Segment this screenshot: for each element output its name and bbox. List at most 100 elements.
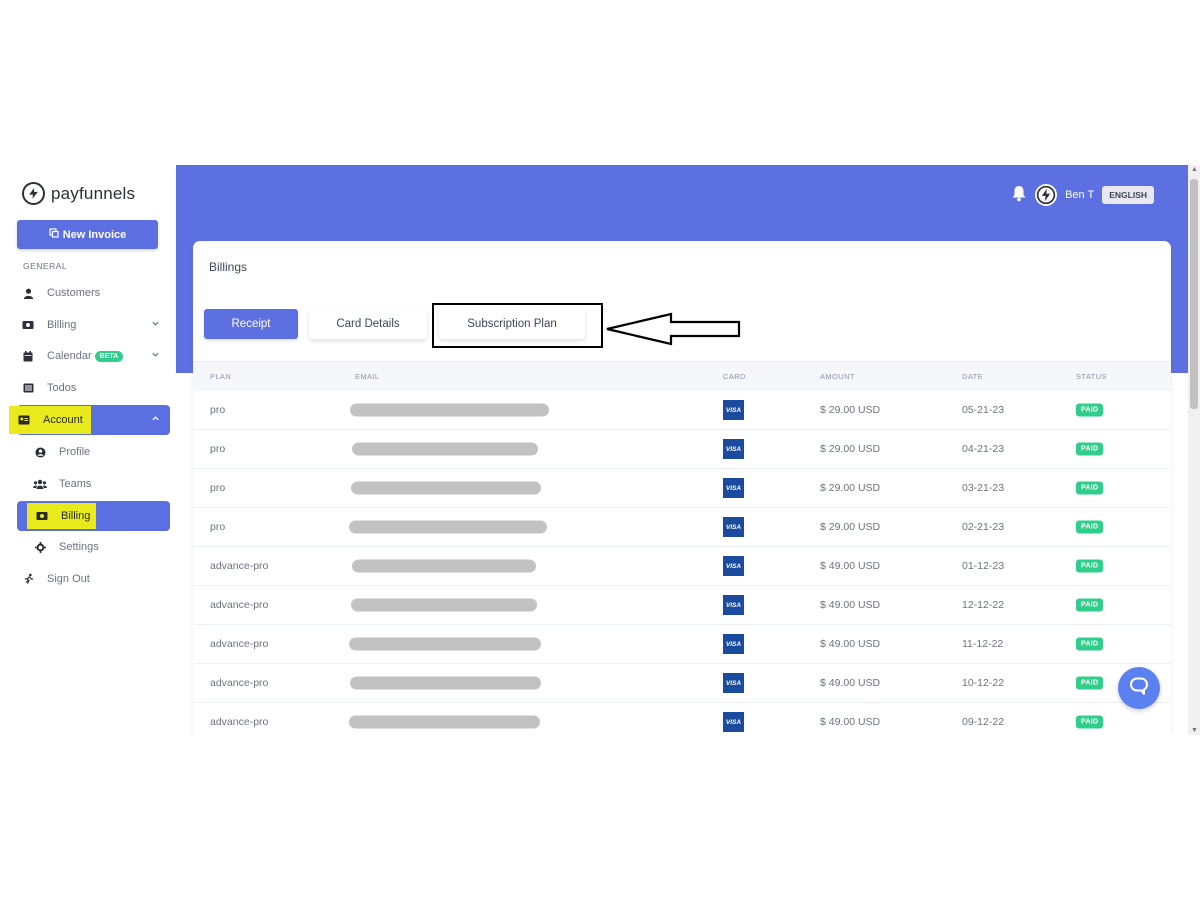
plan-cell: advance-pro [210,716,269,728]
new-invoice-label: New Invoice [62,228,127,241]
chevron-up-icon [151,414,160,426]
date-cell: 10-12-22 [962,677,1005,689]
sidebar-item-calendar[interactable]: Calendar BETA [17,341,170,371]
column-header-email[interactable]: EMAIL [355,372,380,381]
status-badge: PAID [1076,676,1104,690]
visa-card-icon: VISA [723,712,744,732]
email-redacted [349,715,540,729]
plan-cell: advance-pro [210,560,269,572]
chat-widget-button[interactable] [1118,667,1160,709]
new-invoice-button[interactable]: New Invoice [17,220,158,249]
tab-card-details[interactable]: Card Details [309,309,427,339]
column-header-date[interactable]: DATE [962,372,983,381]
email-redacted [349,520,547,534]
column-header-amount[interactable]: AMOUNT [820,372,855,381]
table-header: PLAN EMAIL CARD AMOUNT DATE STATUS [193,361,1171,391]
email-redacted [349,637,541,651]
scroll-up-arrow-icon[interactable]: ▲ [1191,166,1198,173]
date-cell: 01-12-23 [962,560,1005,572]
user-name[interactable]: Ben T [1065,189,1094,201]
scroll-down-arrow-icon[interactable]: ▼ [1191,727,1198,734]
sidebar-item-customers[interactable]: Customers [17,278,170,308]
sidebar-item-teams[interactable]: Teams [17,469,170,499]
chevron-down-icon [151,350,160,362]
date-cell: 12-12-22 [962,599,1005,611]
email-redacted [351,481,541,495]
highlight-mark: Billing [27,503,97,529]
visa-card-icon: VISA [723,439,744,459]
sidebar-item-billing[interactable]: Billing [17,310,170,340]
table-row[interactable]: advance-pro VISA $ 49.00 USD 09-12-22 PA… [193,703,1171,735]
money-icon [17,320,39,330]
sidebar-item-label: Billing [61,510,91,522]
visa-card-icon: VISA [723,478,744,498]
vertical-scrollbar[interactable]: ▲ ▼ [1188,165,1200,735]
sidebar-item-label: Billing [47,319,77,331]
email-redacted [352,442,538,456]
email-redacted [350,676,541,690]
id-card-icon [13,415,35,425]
plan-cell: pro [210,404,226,416]
table-row[interactable]: pro VISA $ 29.00 USD 05-21-23 PAID [193,391,1171,430]
sidebar-item-sign-out[interactable]: Sign Out [17,564,170,594]
gear-icon [29,541,51,553]
table-row[interactable]: pro VISA $ 29.00 USD 03-21-23 PAID [193,469,1171,508]
sidebar-item-label: Profile [59,446,91,458]
table-row[interactable]: advance-pro VISA $ 49.00 USD 12-12-22 PA… [193,586,1171,625]
sidebar-item-account[interactable]: Account [9,405,170,435]
sidebar-item-account-billing[interactable]: Billing [17,501,170,531]
users-icon [29,479,51,489]
beta-badge: BETA [94,350,124,362]
highlight-mark: Account [9,406,91,434]
sidebar-item-profile[interactable]: Profile [17,437,170,467]
table-row[interactable]: advance-pro VISA $ 49.00 USD 10-12-22 PA… [193,664,1171,703]
brand-logo[interactable]: payfunnels [22,182,135,205]
plan-cell: advance-pro [210,638,269,650]
sidebar-item-todos[interactable]: Todos [17,373,170,403]
status-badge: PAID [1076,637,1104,651]
amount-cell: $ 29.00 USD [820,443,881,455]
avatar[interactable] [1035,184,1058,206]
sidebar-item-settings[interactable]: Settings [17,532,170,562]
column-header-status[interactable]: STATUS [1076,372,1107,381]
status-badge: PAID [1076,442,1104,456]
arrow-left-icon [606,312,741,346]
section-label-general: GENERAL [23,261,68,271]
chevron-down-icon [151,319,160,331]
plan-cell: pro [210,443,226,455]
table-row[interactable]: advance-pro VISA $ 49.00 USD 11-12-22 PA… [193,625,1171,664]
visa-card-icon: VISA [723,556,744,576]
plan-cell: advance-pro [210,677,269,689]
chat-bubble-icon [1129,676,1149,701]
page-title: Billings [209,260,248,274]
amount-cell: $ 29.00 USD [820,404,881,416]
date-cell: 11-12-22 [962,638,1004,650]
status-badge: PAID [1076,598,1104,612]
visa-card-icon: VISA [723,517,744,537]
visa-card-icon: VISA [723,673,744,693]
column-header-plan[interactable]: PLAN [210,372,231,381]
column-header-card[interactable]: CARD [723,372,746,381]
amount-cell: $ 49.00 USD [820,638,881,650]
date-cell: 02-21-23 [962,521,1005,533]
tab-receipt[interactable]: Receipt [204,309,298,339]
billings-card: Billings Receipt Card Details Subscripti… [193,241,1171,735]
sidebar-item-label: Settings [59,541,99,553]
bell-icon[interactable] [1011,185,1027,205]
user-area: Ben T ENGLISH [1011,184,1154,206]
copy-icon [49,228,59,241]
date-cell: 05-21-23 [962,404,1005,416]
table-row[interactable]: pro VISA $ 29.00 USD 02-21-23 PAID [193,508,1171,547]
scrollbar-thumb[interactable] [1190,179,1198,409]
sidebar-item-label: Teams [59,478,92,490]
sidebar: payfunnels New Invoice GENERAL Customers… [0,165,176,735]
language-button[interactable]: ENGLISH [1102,186,1154,204]
status-badge: PAID [1076,715,1104,729]
user-circle-icon [29,446,51,458]
table-row[interactable]: advance-pro VISA $ 49.00 USD 01-12-23 PA… [193,547,1171,586]
amount-cell: $ 49.00 USD [820,599,881,611]
annotation-box [432,303,603,348]
sidebar-item-label: Customers [47,287,101,299]
table-row[interactable]: pro VISA $ 29.00 USD 04-21-23 PAID [193,430,1171,469]
status-badge: PAID [1076,559,1104,573]
